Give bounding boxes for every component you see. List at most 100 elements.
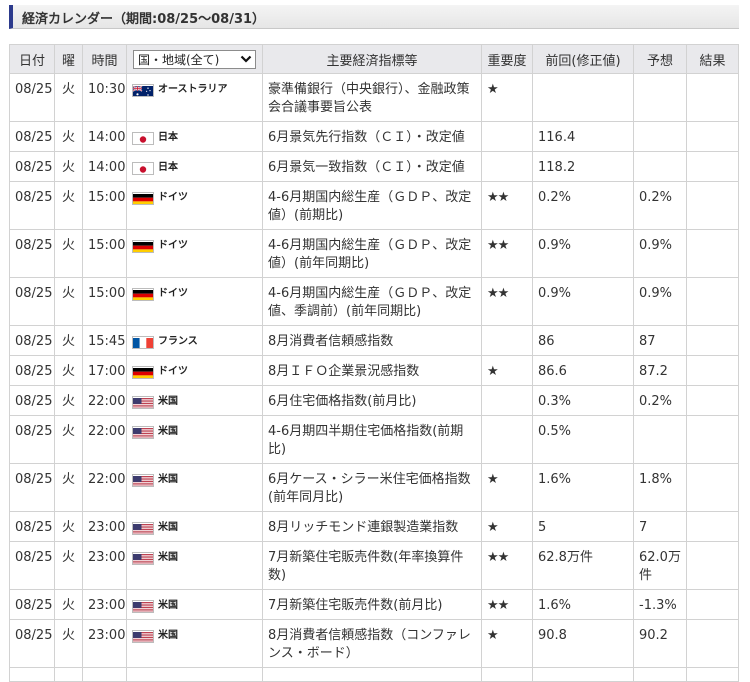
us-flag	[132, 629, 154, 643]
cell-importance	[481, 151, 533, 182]
cell-date: 08/25	[9, 463, 55, 512]
cell-importance	[481, 415, 533, 464]
cell-forecast: 0.2%	[633, 385, 687, 416]
cell-date: 08/25	[9, 229, 55, 278]
cell-forecast: 7	[633, 511, 687, 542]
cell-dow: 火	[54, 463, 83, 512]
cell-country: 米国	[126, 589, 263, 620]
cell-date: 08/25	[9, 181, 55, 230]
column-header-result: 結果	[686, 44, 739, 74]
economic-calendar-table: 日付 曜 時間 国・地域(全て) 主要経済指標等 重要度 前回(修正値) 予想 …	[9, 44, 739, 682]
cell-forecast	[633, 121, 687, 152]
cell-importance: ★★	[481, 589, 533, 620]
cell-result	[686, 415, 739, 464]
empty-cell	[633, 667, 687, 682]
cell-result	[686, 73, 739, 122]
cell-indicator: 4-6月期国内総生産（ＧＤＰ、改定値、季調前）(前年同期比)	[262, 277, 482, 326]
table-header-row: 日付 曜 時間 国・地域(全て) 主要経済指標等 重要度 前回(修正値) 予想 …	[9, 44, 739, 74]
cell-indicator: 4-6月期四半期住宅価格指数(前期比)	[262, 415, 482, 464]
cell-country: 日本	[126, 121, 263, 152]
cell-result	[686, 385, 739, 416]
us-flag	[132, 473, 154, 487]
empty-cell	[532, 667, 634, 682]
column-header-forecast: 予想	[633, 44, 687, 74]
cell-time: 14:00	[82, 121, 127, 152]
us-flag	[132, 521, 154, 535]
cell-indicator: 8月消費者信頼感指数	[262, 325, 482, 356]
cell-importance: ★★	[481, 541, 533, 590]
us-flag	[132, 599, 154, 613]
cell-time: 10:30	[82, 73, 127, 122]
country-name: ドイツ	[158, 192, 188, 203]
cell-date: 08/25	[9, 121, 55, 152]
cell-date: 08/25	[9, 325, 55, 356]
country-filter-value: 国・地域(全て)	[138, 52, 220, 67]
cell-previous: 0.2%	[532, 181, 634, 230]
cell-country: オーストラリア	[126, 73, 263, 122]
country-filter-select[interactable]: 国・地域(全て)	[133, 49, 256, 69]
table-row: 08/25 火 15:00 ドイツ 4-6月期国内総生産（ＧＤＰ、改定値）(前年…	[9, 229, 739, 278]
cell-country: 日本	[126, 151, 263, 182]
table-row: 08/25 火 23:00 米国 7月新築住宅販売件数(年率換算件数) ★★ 6…	[9, 541, 739, 590]
cell-country: 米国	[126, 385, 263, 416]
cell-previous: 1.6%	[532, 589, 634, 620]
country-name: フランス	[158, 336, 198, 347]
cell-forecast: 0.9%	[633, 229, 687, 278]
cell-date: 08/25	[9, 385, 55, 416]
cell-time: 23:00	[82, 541, 127, 590]
cell-result	[686, 355, 739, 386]
cell-dow: 火	[54, 229, 83, 278]
cell-indicator: 6月景気先行指数（ＣＩ）・改定値	[262, 121, 482, 152]
empty-cell	[9, 667, 55, 682]
cell-result	[686, 511, 739, 542]
us-flag	[132, 425, 154, 439]
cell-previous	[532, 73, 634, 122]
table-row: 08/25 火 17:00 ドイツ 8月ＩＦＯ企業景況感指数 ★ 86.6 87…	[9, 355, 739, 386]
cell-indicator: 8月消費者信頼感指数（コンファレンス・ボード）	[262, 619, 482, 668]
cell-dow: 火	[54, 121, 83, 152]
page-title: 経済カレンダー（期間:08/25〜08/31）	[22, 12, 266, 27]
cell-indicator: 4-6月期国内総生産（ＧＤＰ、改定値）(前期比)	[262, 181, 482, 230]
cell-result	[686, 619, 739, 668]
table-row: 08/25 火 23:00 米国 7月新築住宅販売件数(前月比) ★★ 1.6%…	[9, 589, 739, 620]
empty-cell	[126, 667, 263, 682]
cell-time: 22:00	[82, 385, 127, 416]
cell-date: 08/25	[9, 619, 55, 668]
cell-indicator: 7月新築住宅販売件数(年率換算件数)	[262, 541, 482, 590]
cell-result	[686, 325, 739, 356]
table-row	[9, 667, 739, 682]
country-name: 米国	[158, 474, 178, 485]
cell-result	[686, 181, 739, 230]
cell-dow: 火	[54, 589, 83, 620]
cell-indicator: 8月リッチモンド連銀製造業指数	[262, 511, 482, 542]
column-header-country: 国・地域(全て)	[126, 44, 263, 74]
cell-dow: 火	[54, 541, 83, 590]
cell-previous: 1.6%	[532, 463, 634, 512]
cell-time: 15:00	[82, 277, 127, 326]
cell-importance	[481, 325, 533, 356]
cell-dow: 火	[54, 151, 83, 182]
cell-date: 08/25	[9, 511, 55, 542]
cell-date: 08/25	[9, 415, 55, 464]
cell-result	[686, 277, 739, 326]
column-header-importance: 重要度	[481, 44, 533, 74]
cell-previous: 0.3%	[532, 385, 634, 416]
cell-time: 15:00	[82, 229, 127, 278]
cell-previous: 0.9%	[532, 229, 634, 278]
cell-importance	[481, 385, 533, 416]
cell-dow: 火	[54, 355, 83, 386]
cell-forecast	[633, 73, 687, 122]
cell-importance: ★	[481, 511, 533, 542]
cell-indicator: 6月ケース・シラー米住宅価格指数(前年同月比)	[262, 463, 482, 512]
country-name: 米国	[158, 600, 178, 611]
empty-cell	[262, 667, 482, 682]
country-name: 日本	[158, 162, 178, 173]
empty-cell	[481, 667, 533, 682]
cell-result	[686, 121, 739, 152]
cell-country: 米国	[126, 541, 263, 590]
cell-forecast	[633, 151, 687, 182]
cell-country: ドイツ	[126, 355, 263, 386]
de-flag	[132, 365, 154, 379]
cell-forecast: -1.3%	[633, 589, 687, 620]
jp-flag	[132, 161, 154, 175]
